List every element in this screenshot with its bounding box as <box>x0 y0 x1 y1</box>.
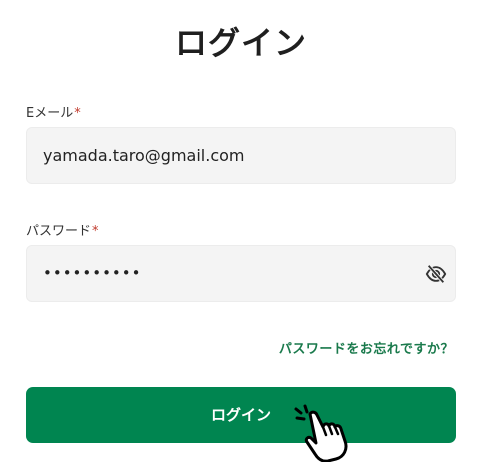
email-field[interactable]: yamada.taro@gmail.com <box>26 127 456 184</box>
login-page: ログイン Eメール* yamada.taro@gmail.com パスワード* … <box>0 0 482 467</box>
email-value: yamada.taro@gmail.com <box>43 146 245 165</box>
login-button-label: ログイン <box>210 406 271 424</box>
eye-off-icon[interactable] <box>425 263 447 285</box>
required-mark: * <box>74 106 81 121</box>
pointer-hand-icon <box>294 404 348 462</box>
password-field[interactable]: •••••••••• <box>26 245 456 302</box>
password-label-text: パスワード <box>26 224 92 239</box>
page-title: ログイン <box>174 24 307 62</box>
forgot-password-link[interactable]: パスワードをお忘れですか？ <box>279 338 454 357</box>
login-button[interactable]: ログイン <box>26 387 456 443</box>
email-label-text: Eメール <box>26 106 74 121</box>
password-label: パスワード* <box>26 220 99 239</box>
required-mark: * <box>92 224 99 239</box>
email-label: Eメール* <box>26 102 81 121</box>
password-value: •••••••••• <box>43 264 142 282</box>
